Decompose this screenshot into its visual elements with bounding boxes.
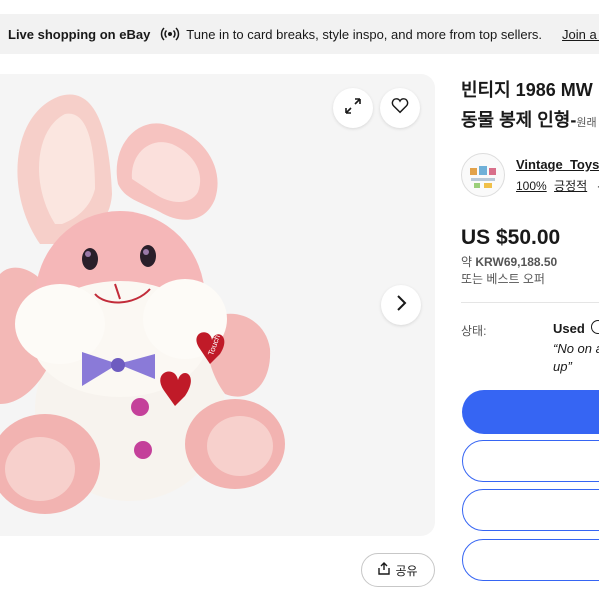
- product-image-gallery[interactable]: Touch: [0, 74, 435, 536]
- condition-description: “No on a up”: [553, 341, 599, 374]
- approx-prefix: 약: [461, 255, 473, 269]
- divider: [461, 302, 599, 303]
- seller-name-link[interactable]: Vintage_Toys_: [516, 157, 599, 172]
- seller-feedback: 100% 긍정적 · 피: [516, 177, 599, 194]
- product-image-pink-bunny: Touch: [0, 94, 285, 514]
- listing-details: 빈티지 1986 MW 동물 봉제 인형-원래 Vintage_Toys_ 10…: [461, 74, 599, 599]
- listing-title-suffix: 원래: [576, 117, 597, 129]
- join-livestream-link[interactable]: Join a livest: [562, 27, 599, 42]
- add-to-cart-button[interactable]: [462, 440, 599, 482]
- share-icon: [378, 562, 391, 578]
- make-offer-button[interactable]: [462, 489, 599, 531]
- item-price: US $50.00: [461, 226, 561, 249]
- approx-value: KRW69,188.50: [475, 255, 558, 269]
- share-label: 공유: [395, 563, 418, 578]
- banner-tagline: Tune in to card breaks, style inspo, and…: [186, 26, 543, 42]
- live-broadcast-icon: [160, 24, 180, 44]
- favorite-button[interactable]: [380, 88, 420, 128]
- chevron-right-icon: [394, 294, 408, 317]
- approx-price: 약 KRW69,188.50: [461, 253, 557, 270]
- condition-value: Used: [553, 321, 585, 336]
- next-image-button[interactable]: [381, 285, 421, 325]
- listing-title-line1: 빈티지 1986 MW: [461, 80, 593, 100]
- heart-icon: [391, 97, 409, 120]
- listing-title-line2-text: 동물 봉제 인형-: [461, 110, 577, 130]
- live-shopping-banner: Live shopping on eBay Tune in to card br…: [0, 14, 599, 54]
- share-button[interactable]: 공유: [361, 553, 435, 587]
- listing-title-line2: 동물 봉제 인형-원래: [461, 106, 597, 132]
- condition-label: 상태:: [461, 324, 487, 338]
- feedback-percent[interactable]: 100%: [516, 179, 547, 193]
- expand-image-button[interactable]: [333, 88, 373, 128]
- best-offer-text: 또는 베스트 오퍼: [461, 272, 545, 286]
- banner-title: Live shopping on eBay: [8, 26, 151, 42]
- add-to-watchlist-button[interactable]: [462, 539, 599, 581]
- seller-avatar[interactable]: [461, 153, 505, 197]
- expand-icon: [344, 97, 362, 120]
- info-icon[interactable]: [591, 320, 599, 334]
- feedback-label[interactable]: 긍정적: [554, 179, 587, 193]
- buy-it-now-button[interactable]: [462, 390, 599, 434]
